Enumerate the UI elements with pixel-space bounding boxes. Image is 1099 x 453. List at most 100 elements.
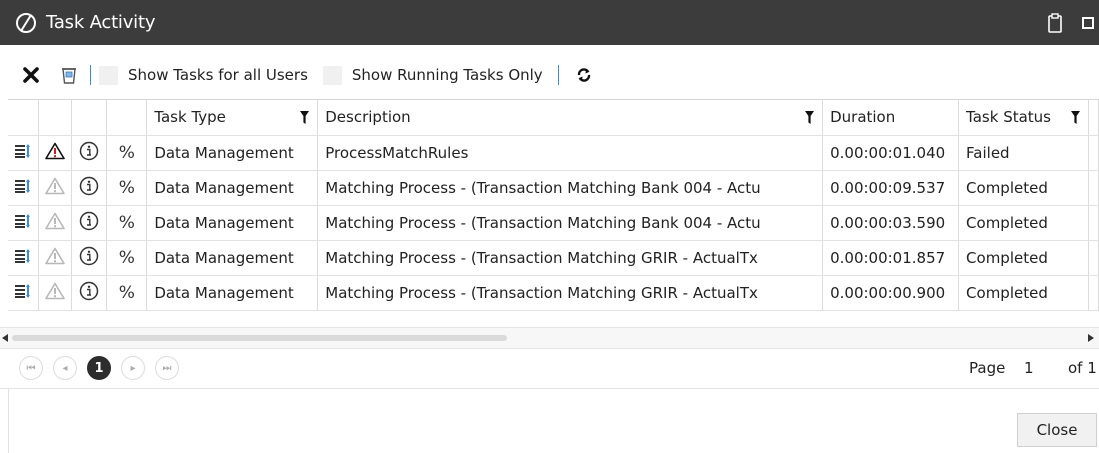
delete-button[interactable]: [18, 62, 44, 88]
vertical-scrollbar-cell: [1088, 135, 1099, 171]
delete-x-icon: [23, 67, 39, 83]
next-page-button[interactable]: ▸: [121, 356, 145, 380]
table-row[interactable]: % Data Management Matching Process - (Tran…: [8, 170, 1099, 206]
info-cell[interactable]: [71, 170, 108, 206]
refresh-button[interactable]: [571, 62, 597, 88]
percent-icon[interactable]: %: [106, 135, 148, 171]
task-type-cell: Data Management: [146, 240, 319, 276]
column-header-label: Duration: [830, 108, 896, 127]
table-row[interactable]: % Data Management Matching Process - (Tran…: [8, 275, 1099, 311]
header-icon-column: [106, 100, 148, 136]
show-running-only-label: Show Running Tasks Only: [351, 66, 543, 84]
details-icon: [15, 283, 31, 298]
warning-cell[interactable]: [38, 170, 73, 206]
show-running-only-checkbox[interactable]: [322, 65, 342, 85]
toolbar-separator: [90, 65, 91, 85]
info-cell[interactable]: [71, 275, 108, 311]
info-cell[interactable]: [71, 240, 108, 276]
details-icon: [15, 248, 31, 263]
task-status-cell: Completed: [958, 205, 1089, 241]
task-table: Task Type Description Duration Task Stat…: [8, 100, 1099, 311]
clear-log-button[interactable]: [56, 62, 82, 88]
details-cell[interactable]: [8, 135, 40, 171]
column-header-task-type[interactable]: Task Type: [146, 100, 319, 136]
page-input[interactable]: 1: [1024, 359, 1034, 377]
onestream-logo-icon: [16, 12, 36, 33]
info-cell[interactable]: [71, 135, 108, 171]
description-cell: Matching Process - (Transaction Matching…: [317, 170, 824, 206]
warning-icon: [45, 177, 66, 194]
table-row[interactable]: % Data Management Matching Process - (Tran…: [8, 205, 1099, 241]
task-status-cell: Completed: [958, 170, 1089, 206]
table-row[interactable]: % Data Management Matching Process - (Tran…: [8, 240, 1099, 276]
first-page-icon: ⏮: [26, 362, 36, 374]
warning-icon: [45, 212, 66, 229]
warning-cell[interactable]: [38, 275, 73, 311]
warning-cell[interactable]: [38, 205, 73, 241]
table-row[interactable]: % Data Management ProcessMatchRules 0.00:00…: [8, 135, 1099, 171]
clear-log-icon: [62, 68, 76, 84]
details-cell[interactable]: [8, 205, 40, 241]
scrollbar-thumb[interactable]: [12, 335, 507, 341]
toolbar: Show Tasks for all Users Show Running Ta…: [0, 60, 1099, 90]
next-page-icon: ▸: [130, 362, 136, 374]
column-header-duration[interactable]: Duration: [822, 100, 960, 136]
previous-page-icon: ◂: [62, 362, 68, 374]
task-status-cell: Completed: [958, 240, 1089, 276]
page-label: Page: [969, 359, 1006, 377]
scroll-left-icon[interactable]: [2, 334, 8, 342]
title-bar: Task Activity: [0, 0, 1099, 45]
page-number-button[interactable]: 1: [87, 356, 111, 380]
close-button[interactable]: Close: [1017, 413, 1097, 447]
vertical-scrollbar-header: [1088, 100, 1099, 136]
column-header-description[interactable]: Description: [317, 100, 824, 136]
percent-icon[interactable]: %: [106, 205, 148, 241]
horizontal-scrollbar[interactable]: [0, 327, 1099, 349]
column-header-task-status[interactable]: Task Status: [958, 100, 1089, 136]
info-icon: [80, 141, 99, 160]
filter-icon[interactable]: [805, 111, 815, 124]
filter-icon[interactable]: [1070, 111, 1080, 124]
percent-icon[interactable]: %: [106, 170, 148, 206]
scroll-right-icon[interactable]: [1088, 334, 1094, 342]
details-icon: [15, 143, 31, 158]
warning-cell[interactable]: [38, 240, 73, 276]
page-count-label: of 1: [1068, 359, 1097, 377]
task-type-cell: Data Management: [146, 135, 319, 171]
clipboard-button[interactable]: [1040, 0, 1070, 45]
details-cell[interactable]: [8, 240, 40, 276]
warning-cell[interactable]: [38, 135, 73, 171]
description-cell: Matching Process - (Transaction Matching…: [317, 275, 824, 311]
last-page-button[interactable]: ⏭: [155, 356, 179, 380]
task-grid: Task Type Description Duration Task Stat…: [8, 99, 1099, 328]
filter-icon[interactable]: [300, 111, 310, 124]
column-header-label: Task Type: [154, 108, 226, 127]
task-type-cell: Data Management: [146, 170, 319, 206]
table-body: % Data Management ProcessMatchRules 0.00:00…: [8, 135, 1099, 311]
percent-icon[interactable]: %: [106, 275, 148, 311]
show-all-users-checkbox[interactable]: [99, 65, 118, 85]
info-icon: [80, 246, 99, 265]
show-all-users-label: Show Tasks for all Users: [128, 66, 308, 84]
toolbar-separator: [557, 65, 559, 85]
page-number-label: 1: [94, 360, 104, 376]
info-icon: [80, 211, 99, 230]
duration-cell: 0.00:00:09.537: [822, 170, 960, 206]
vertical-scrollbar-cell: [1088, 170, 1099, 206]
duration-cell: 0.00:00:01.857: [822, 240, 960, 276]
description-cell: Matching Process - (Transaction Matching…: [317, 205, 824, 241]
previous-page-button[interactable]: ◂: [53, 356, 77, 380]
first-page-button[interactable]: ⏮: [19, 356, 43, 380]
clipboard-icon: [1048, 12, 1062, 33]
details-icon: [15, 178, 31, 193]
vertical-scrollbar-cell: [1088, 275, 1099, 311]
info-cell[interactable]: [71, 205, 108, 241]
header-icon-column: [38, 100, 73, 136]
maximize-icon: [1082, 16, 1094, 29]
percent-icon[interactable]: %: [106, 240, 148, 276]
warning-icon: [45, 282, 66, 299]
details-cell[interactable]: [8, 170, 40, 206]
table-header-row: Task Type Description Duration Task Stat…: [8, 100, 1099, 136]
description-cell: ProcessMatchRules: [317, 135, 824, 171]
details-cell[interactable]: [8, 275, 40, 311]
